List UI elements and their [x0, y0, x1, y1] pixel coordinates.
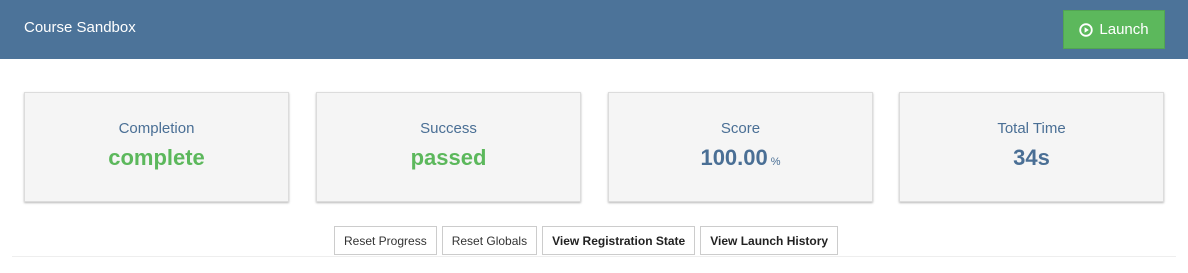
- success-card: Success passed: [316, 92, 581, 202]
- reset-progress-button[interactable]: Reset Progress: [334, 226, 437, 255]
- view-launch-history-button[interactable]: View Launch History: [700, 226, 839, 255]
- page-title: Course Sandbox: [24, 19, 136, 36]
- action-buttons: Reset Progress Reset Globals View Regist…: [334, 226, 839, 255]
- reset-globals-button[interactable]: Reset Globals: [441, 226, 538, 255]
- launch-button[interactable]: Launch: [1063, 10, 1165, 49]
- score-card: Score 100.00%: [608, 92, 873, 202]
- play-circle-icon: [1079, 22, 1094, 37]
- success-label: Success: [420, 120, 477, 137]
- score-label: Score: [720, 120, 761, 137]
- total-time-label: Total Time: [997, 120, 1066, 137]
- app-header: Course Sandbox Launch: [0, 0, 1188, 59]
- total-time-value: 34s: [1013, 145, 1050, 170]
- completion-label: Completion: [118, 120, 195, 137]
- divider: [12, 256, 1176, 257]
- success-value: passed: [410, 145, 487, 170]
- completion-value: complete: [108, 145, 205, 170]
- completion-card: Completion complete: [24, 92, 289, 202]
- total-time-card: Total Time 34s: [899, 92, 1164, 202]
- view-registration-state-button[interactable]: View Registration State: [542, 226, 696, 255]
- score-unit: %: [770, 156, 781, 168]
- launch-label: Launch: [1099, 21, 1149, 38]
- score-value: 100.00%: [700, 145, 781, 170]
